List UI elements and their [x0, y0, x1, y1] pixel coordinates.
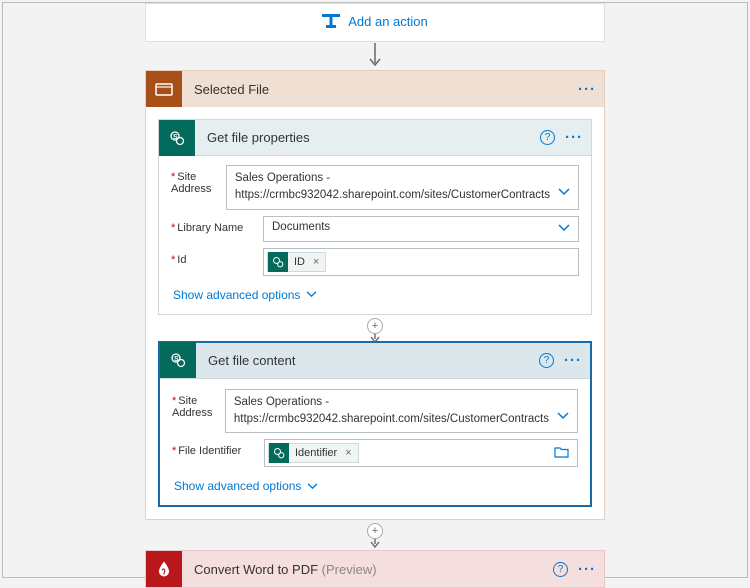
help-icon[interactable]: ? [540, 130, 555, 145]
add-step-button[interactable]: + [145, 518, 605, 546]
convert-word-to-pdf-card: Convert Word to PDF (Preview) ? ··· [145, 550, 605, 588]
scope-title: Selected File [182, 82, 269, 97]
file-identifier-label: File Identifier [172, 439, 264, 457]
get-file-properties-card: S Get file properties ? ··· Site Address [158, 119, 592, 315]
scope-icon [146, 71, 182, 107]
folder-picker-icon[interactable] [554, 446, 569, 461]
chevron-down-icon[interactable] [558, 185, 570, 202]
sharepoint-token-icon [268, 252, 288, 272]
action-menu-icon[interactable]: ··· [565, 130, 583, 145]
identifier-token[interactable]: Identifier × [268, 443, 359, 463]
chevron-down-icon[interactable] [558, 223, 570, 235]
svg-text:S: S [174, 356, 179, 363]
add-step-button[interactable]: + [158, 313, 592, 341]
site-address-input[interactable]: Sales Operations - https://crmbc932042.s… [226, 165, 579, 210]
get-file-content-card: S Get file content ? ··· Site Address Sa… [158, 341, 592, 508]
show-advanced-options-link[interactable]: Show advanced options [172, 473, 320, 497]
library-name-label: Library Name [171, 216, 263, 234]
action-menu-icon[interactable]: ··· [578, 562, 596, 577]
id-input[interactable]: ID × [263, 248, 579, 276]
action-menu-icon[interactable]: ··· [564, 353, 582, 368]
chevron-down-icon [307, 483, 318, 490]
sharepoint-icon: S [160, 342, 196, 378]
show-advanced-options-link[interactable]: Show advanced options [171, 282, 319, 306]
file-identifier-input[interactable]: Identifier × [264, 439, 578, 467]
add-an-action-button[interactable]: Add an action [322, 12, 428, 30]
scope-header[interactable]: Selected File ··· [146, 71, 604, 107]
action-title: Get file content [196, 353, 295, 368]
preview-badge: (Preview) [322, 562, 377, 577]
selected-file-scope: Selected File ··· S Get file properties [145, 70, 605, 520]
help-icon[interactable]: ? [539, 353, 554, 368]
site-address-label: Site Address [172, 389, 225, 419]
action-title: Convert Word to PDF (Preview) [182, 562, 377, 577]
help-icon[interactable]: ? [553, 562, 568, 577]
sharepoint-icon: S [159, 120, 195, 156]
id-token[interactable]: ID × [267, 252, 326, 272]
chevron-down-icon[interactable] [557, 409, 569, 426]
add-action-icon [322, 12, 340, 30]
site-address-input[interactable]: Sales Operations - https://crmbc932042.s… [225, 389, 578, 434]
get-file-properties-header[interactable]: S Get file properties ? ··· [159, 120, 591, 156]
chevron-down-icon [306, 291, 317, 298]
top-card: Add an action [145, 3, 605, 42]
sharepoint-token-icon [269, 443, 289, 463]
id-label: Id [171, 248, 263, 266]
flow-arrow-icon [145, 42, 605, 70]
action-title: Get file properties [195, 130, 310, 145]
site-address-label: Site Address [171, 165, 226, 195]
get-file-content-header[interactable]: S Get file content ? ··· [160, 343, 590, 379]
library-name-input[interactable]: Documents [263, 216, 579, 242]
scope-menu-icon[interactable]: ··· [578, 82, 596, 97]
adobe-pdf-icon [146, 551, 182, 587]
convert-word-to-pdf-header[interactable]: Convert Word to PDF (Preview) ? ··· [146, 551, 604, 587]
token-remove-icon[interactable]: × [343, 447, 357, 459]
token-remove-icon[interactable]: × [311, 256, 325, 268]
svg-text:S: S [173, 134, 178, 141]
add-action-label: Add an action [348, 14, 428, 29]
